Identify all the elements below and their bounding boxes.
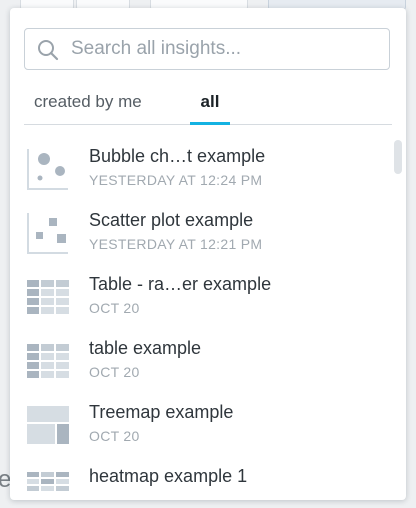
insight-date: OCT 20 <box>89 428 140 444</box>
heatmap-icon <box>27 472 69 491</box>
insight-date: YESTERDAY AT 12:21 PM <box>89 236 263 252</box>
list-item[interactable]: Treemap example OCT 20 <box>10 394 394 458</box>
table-icon <box>27 344 69 378</box>
scatter-plot-icon <box>27 213 68 254</box>
insight-date: OCT 20 <box>89 300 140 316</box>
bubble-chart-icon <box>27 149 68 190</box>
insight-date: OCT 20 <box>89 364 140 380</box>
tab-created-by-me[interactable]: created by me <box>34 92 142 124</box>
tab-all[interactable]: all <box>190 92 230 125</box>
scrollbar-thumb[interactable] <box>394 140 402 174</box>
search-box[interactable] <box>24 28 390 70</box>
list-item[interactable]: Scatter plot example YESTERDAY AT 12:21 … <box>10 202 394 266</box>
insight-title: heatmap example 1 <box>89 466 248 486</box>
insights-list: Bubble ch…t example YESTERDAY AT 12:24 P… <box>10 138 406 500</box>
search-input[interactable] <box>71 29 371 69</box>
search-icon <box>38 40 59 61</box>
insight-title: table example <box>89 338 202 358</box>
list-item[interactable]: Table - ra…er example OCT 20 <box>10 266 394 330</box>
insight-date: YESTERDAY AT 12:24 PM <box>89 172 263 188</box>
list-item[interactable]: table example OCT 20 <box>10 330 394 394</box>
insight-title: Treemap example <box>89 402 234 422</box>
list-item[interactable]: heatmap example 1 <box>10 458 394 500</box>
insight-title: Table - ra…er example <box>89 274 272 294</box>
insight-title: Scatter plot example <box>89 210 254 230</box>
insight-title: Bubble ch…t example <box>89 146 266 166</box>
tab-bar: created by me all <box>24 90 392 125</box>
list-item[interactable]: Bubble ch…t example YESTERDAY AT 12:24 P… <box>10 138 394 202</box>
insights-dropdown: created by me all Bubble ch…t example YE… <box>10 8 406 500</box>
table-icon <box>27 280 69 314</box>
treemap-icon <box>27 406 69 444</box>
